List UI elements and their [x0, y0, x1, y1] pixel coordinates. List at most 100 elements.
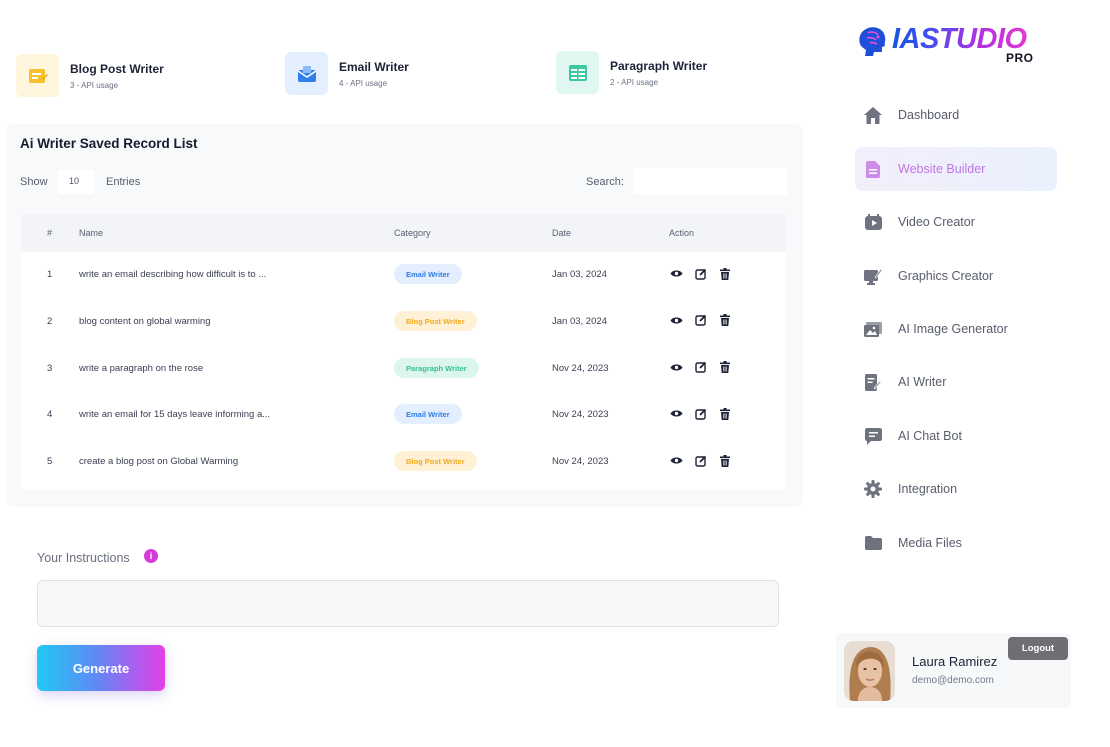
row-name: blog content on global warming: [79, 315, 211, 327]
saved-record-panel: Ai Writer Saved Record List Show 10 Entr…: [6, 124, 803, 507]
image-icon: [863, 319, 883, 339]
table-row: 4 write an email for 15 days leave infor…: [21, 392, 786, 439]
entries-select[interactable]: 10: [58, 170, 94, 194]
header-action: Action: [669, 228, 695, 238]
brand-suffix: PRO: [1006, 51, 1034, 65]
nav-item-ai-writer[interactable]: AI Writer: [855, 360, 1057, 404]
instructions-label: Your Instructions: [37, 551, 130, 565]
delete-icon[interactable]: [717, 313, 732, 328]
row-date: Jan 03, 2024: [552, 315, 607, 327]
nav-label: Website Builder: [898, 162, 986, 176]
delete-icon[interactable]: [717, 360, 732, 375]
stat-title: Blog Post Writer: [70, 61, 164, 76]
row-number: 1: [47, 269, 53, 280]
stat-title: Paragraph Writer: [610, 58, 708, 73]
row-date: Nov 24, 2023: [552, 456, 609, 468]
app-page: Blog Post Writer 3 - API usage Email Wri…: [0, 0, 1110, 747]
nav-item-dashboard[interactable]: Dashboard: [855, 93, 1057, 137]
view-icon[interactable]: [669, 360, 684, 375]
category-badge: Email Writer: [394, 264, 462, 284]
writer-icon: [863, 372, 883, 392]
nav-item-ai-chat-bot[interactable]: AI Chat Bot: [855, 414, 1057, 458]
table-body: 1 write an email describing how difficul…: [21, 252, 786, 490]
view-icon[interactable]: [669, 313, 684, 328]
row-date: Jan 03, 2024: [552, 269, 607, 280]
delete-icon[interactable]: [717, 406, 732, 421]
edit-icon[interactable]: [693, 360, 708, 375]
nav-label: AI Image Generator: [898, 322, 1008, 336]
panel-title: Ai Writer Saved Record List: [20, 136, 198, 151]
table-row: 3 write a paragraph on the rose Paragrap…: [21, 346, 786, 393]
stat-usage: 4 - API usage: [339, 78, 388, 88]
row-name: write an email for 15 days leave informi…: [79, 409, 271, 421]
search-input[interactable]: [633, 168, 787, 195]
category-badge: Paragraph Writer: [394, 357, 479, 378]
brand-logo[interactable]: IASTUDIO PRO: [856, 23, 1046, 68]
user-email: demo@demo.com: [912, 675, 994, 686]
stat-usage: 3 - API usage: [70, 80, 119, 90]
table-row: 2 blog content on global warming Blog Po…: [21, 299, 786, 346]
nav-item-ai-image-generator[interactable]: AI Image Generator: [855, 307, 1057, 351]
delete-icon[interactable]: [717, 266, 732, 281]
nav-label: Media Files: [898, 536, 962, 550]
avatar[interactable]: [844, 641, 895, 701]
category-badge: Email Writer: [394, 404, 462, 425]
view-icon[interactable]: [669, 453, 684, 468]
nav-item-graphics-creator[interactable]: Graphics Creator: [855, 254, 1057, 298]
brain-head-icon: [859, 27, 886, 56]
search-label: Search:: [586, 176, 624, 188]
nav-label: AI Writer: [898, 375, 947, 389]
row-actions: [669, 360, 732, 375]
stat-usage: 2 - API usage: [610, 77, 659, 87]
mail-icon: [285, 52, 328, 95]
row-actions: [669, 453, 732, 468]
show-label: Show: [20, 176, 48, 188]
gear-icon: [863, 479, 883, 499]
document-icon: [863, 159, 883, 179]
row-number: 3: [47, 362, 53, 374]
generate-button[interactable]: Generate: [37, 645, 165, 691]
row-date: Nov 24, 2023: [552, 409, 609, 421]
nav-label: Video Creator: [898, 215, 975, 229]
nav-item-integration[interactable]: Integration: [855, 467, 1057, 511]
row-number: 2: [47, 315, 53, 327]
header-date[interactable]: Date: [552, 228, 571, 238]
table-icon: [556, 51, 599, 94]
row-actions: [669, 313, 732, 328]
info-icon[interactable]: i: [144, 549, 158, 563]
records-table: # Name Category Date Action 1 write an e…: [21, 214, 786, 490]
graphics-icon: [863, 266, 883, 286]
view-icon[interactable]: [669, 406, 684, 421]
row-actions: [669, 266, 732, 281]
delete-icon[interactable]: [717, 453, 732, 468]
stat-card-email-writer[interactable]: Email Writer 4 - API usage: [285, 52, 409, 95]
logout-button[interactable]: Logout: [1008, 637, 1068, 660]
header-category[interactable]: Category: [394, 228, 431, 238]
stat-title: Email Writer: [339, 59, 409, 74]
edit-icon[interactable]: [693, 266, 708, 281]
view-icon[interactable]: [669, 266, 684, 281]
row-actions: [669, 406, 732, 421]
nav-label: Dashboard: [898, 108, 960, 122]
nav-item-media-files[interactable]: Media Files: [855, 521, 1057, 565]
row-name: create a blog post on Global Warming: [79, 456, 239, 468]
row-number: 5: [47, 456, 53, 468]
header-name[interactable]: Name: [79, 228, 103, 238]
folder-icon: [863, 533, 883, 553]
stat-card-blog-post-writer[interactable]: Blog Post Writer 3 - API usage: [16, 54, 164, 97]
edit-icon[interactable]: [693, 453, 708, 468]
category-badge: Blog Post Writer: [394, 451, 477, 472]
row-date: Nov 24, 2023: [552, 362, 609, 374]
edit-icon[interactable]: [693, 313, 708, 328]
nav-item-video-creator[interactable]: Video Creator: [855, 200, 1057, 244]
table-row: 5 create a blog post on Global Warming B…: [21, 439, 786, 486]
stat-card-paragraph-writer[interactable]: Paragraph Writer 2 - API usage: [556, 51, 707, 94]
edit-icon[interactable]: [693, 406, 708, 421]
category-badge: Blog Post Writer: [394, 310, 477, 331]
instructions-textarea[interactable]: [37, 580, 779, 627]
nav-item-website-builder[interactable]: Website Builder: [855, 147, 1057, 191]
user-name: Laura Ramirez: [912, 654, 998, 669]
chat-icon: [863, 426, 883, 446]
nav-label: AI Chat Bot: [898, 429, 962, 443]
header-number: #: [47, 228, 53, 238]
